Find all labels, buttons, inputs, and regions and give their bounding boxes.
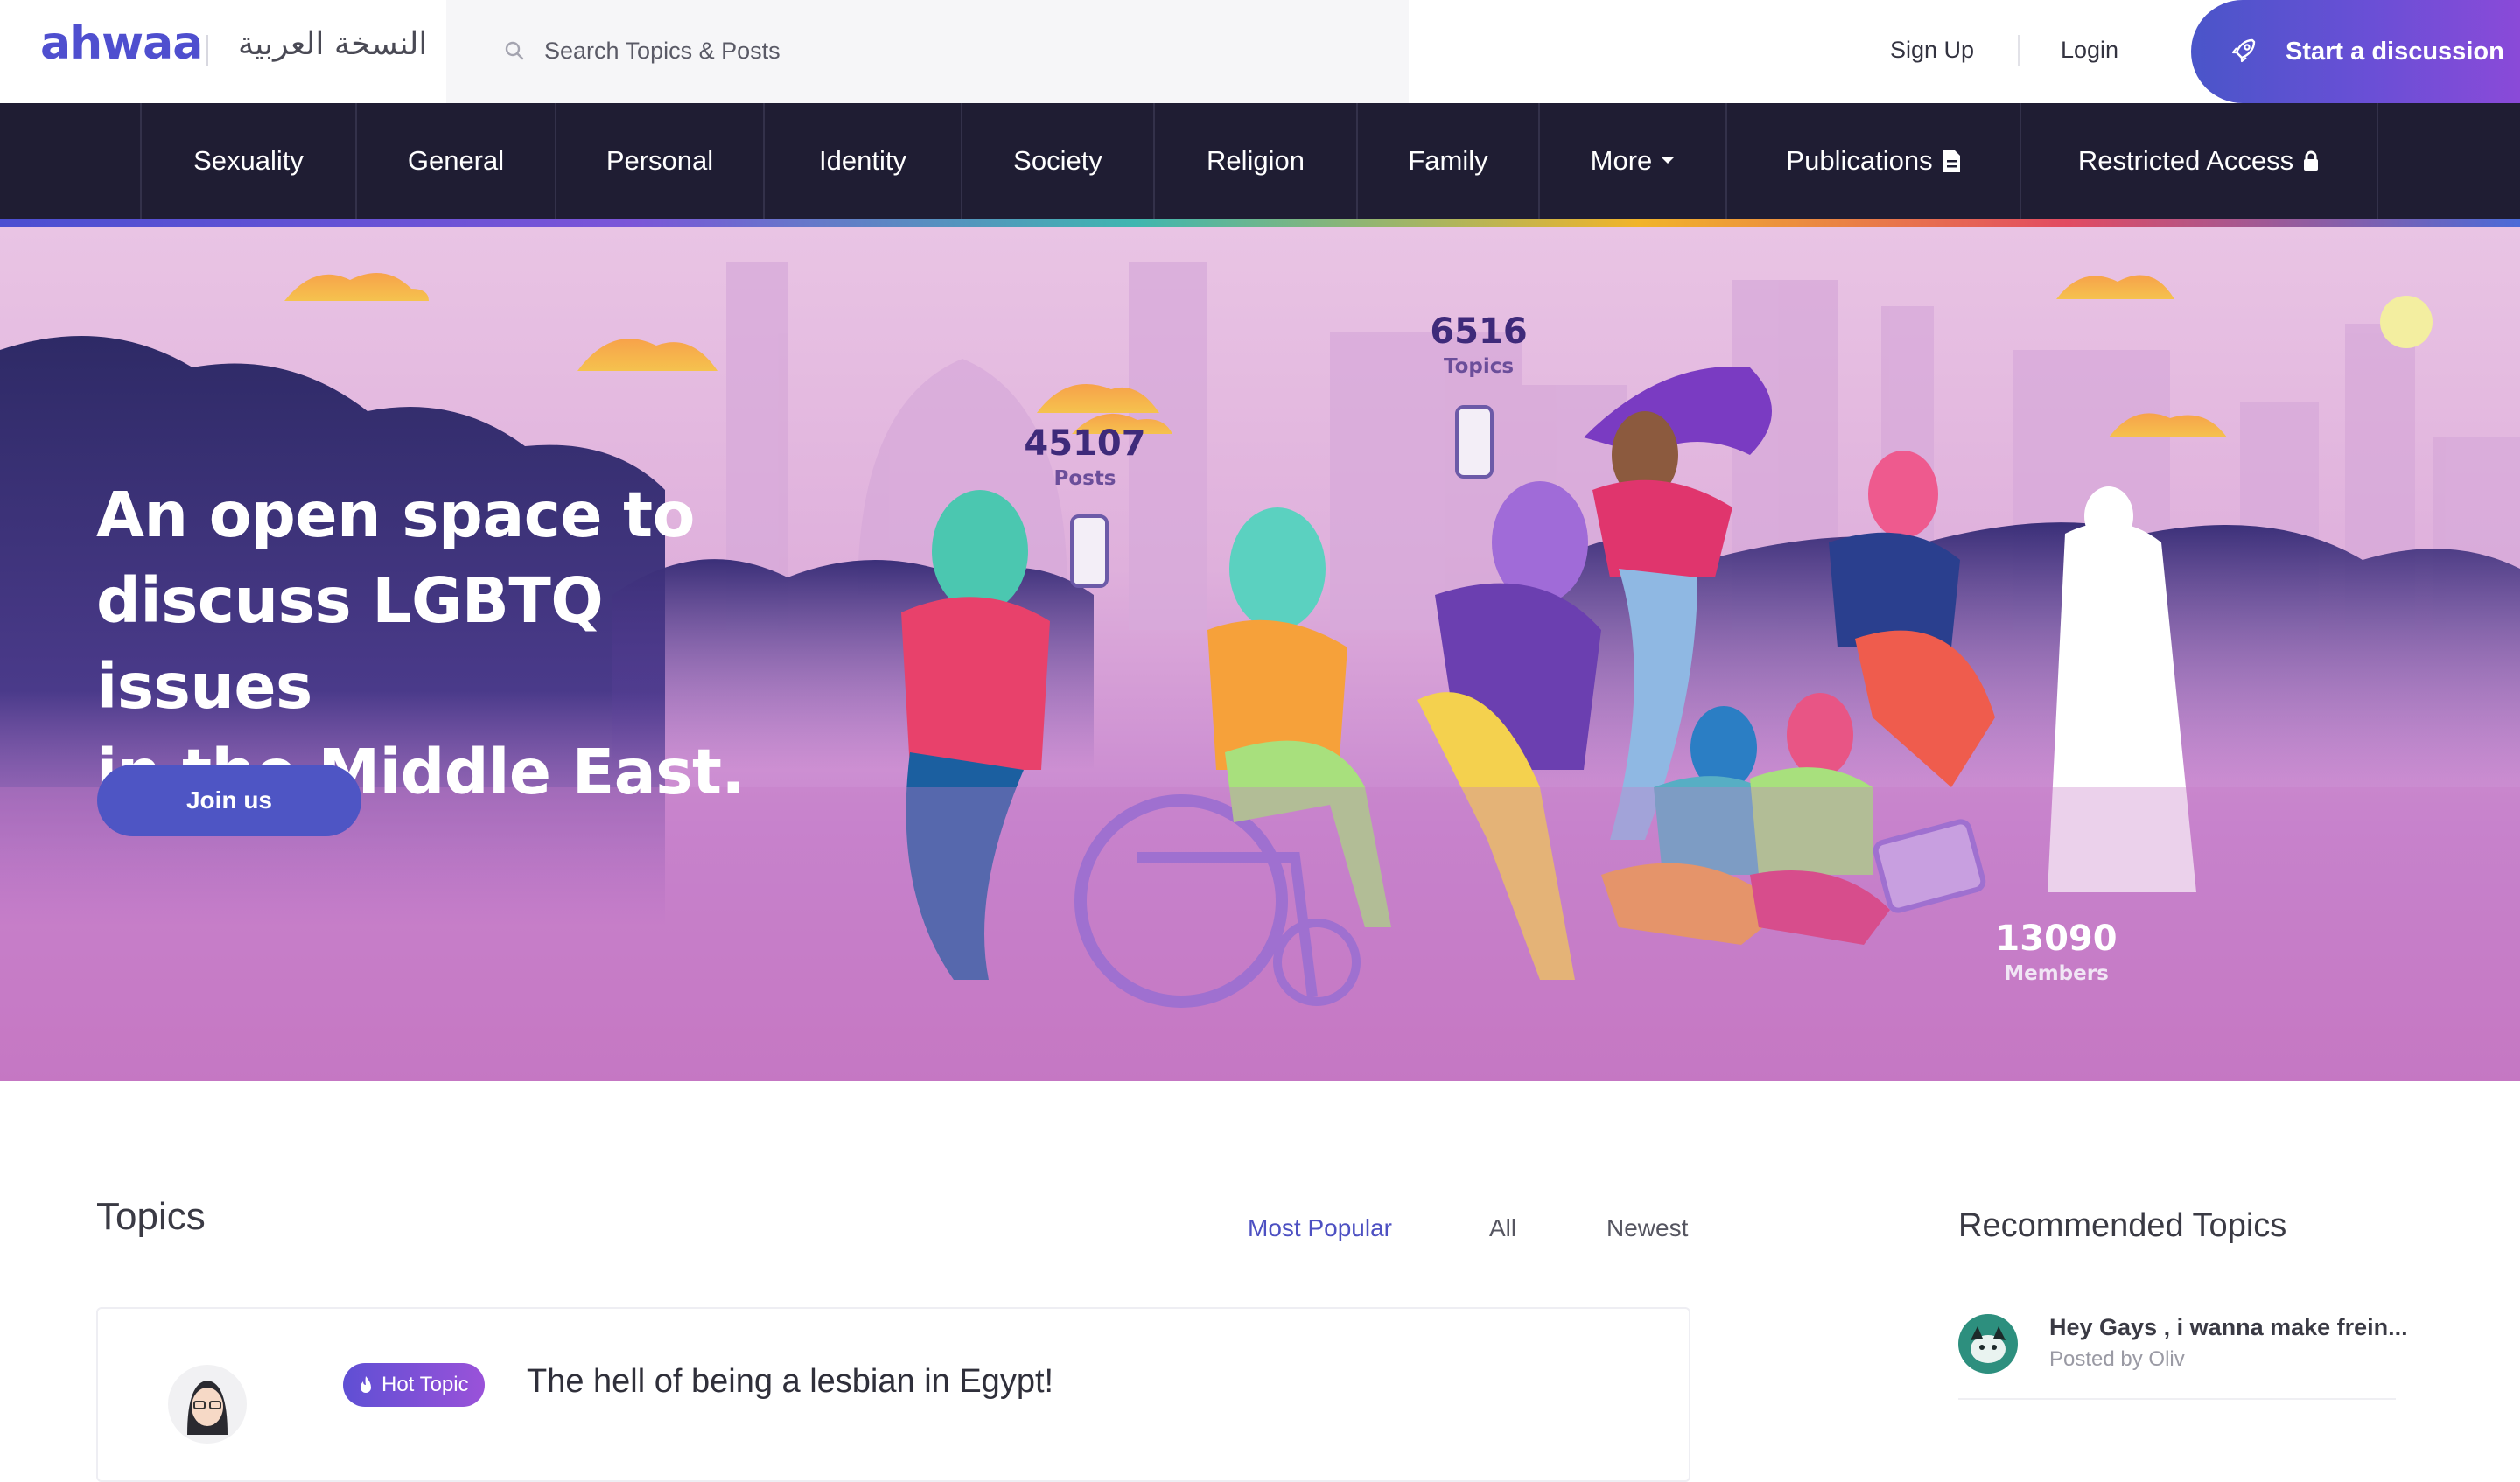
- stat-posts: 45107 Posts: [1024, 423, 1146, 490]
- sun: [2380, 296, 2432, 348]
- stat-members-value: 13090: [1995, 919, 2118, 959]
- recommended-topic-meta: Posted by Oliv: [2049, 1347, 2185, 1371]
- nav-item-family[interactable]: Family: [1356, 103, 1538, 219]
- recommended-topic-link[interactable]: Hey Gays , i wanna make frein...: [2049, 1314, 2408, 1341]
- caret-down-icon: [1662, 157, 1675, 164]
- stat-topics: 6516 Topics: [1418, 311, 1540, 378]
- start-discussion-label: Start a discussion: [2286, 38, 2504, 66]
- rocket-icon: [2231, 38, 2256, 63]
- hot-topic-label: Hot Topic: [382, 1373, 469, 1396]
- stat-posts-label: Posts: [1054, 467, 1116, 490]
- avatar: [168, 1365, 247, 1444]
- sign-up-link[interactable]: Sign Up: [1890, 37, 1974, 64]
- document-icon: [1942, 150, 1960, 172]
- topics-heading: Topics: [96, 1195, 206, 1238]
- nav-item-identity[interactable]: Identity: [763, 103, 961, 219]
- tab-all[interactable]: All: [1489, 1214, 1516, 1242]
- hero-banner: An open space to discuss LGBTQ issues in…: [0, 227, 2520, 1081]
- nav-item-sexuality[interactable]: Sexuality: [140, 103, 355, 219]
- join-us-button[interactable]: Join us: [97, 765, 361, 836]
- login-link[interactable]: Login: [2061, 37, 2118, 64]
- nav-item-general[interactable]: General: [355, 103, 555, 219]
- divider: [1958, 1398, 2396, 1400]
- stat-posts-value: 45107: [1024, 423, 1146, 464]
- user-avatar-icon: [187, 1381, 228, 1435]
- recommended-heading: Recommended Topics: [1958, 1207, 2287, 1244]
- tab-most-popular[interactable]: Most Popular: [1248, 1214, 1392, 1242]
- tab-newest[interactable]: Newest: [1606, 1214, 1688, 1242]
- logo-divider: [206, 35, 208, 66]
- search-icon: [505, 41, 524, 60]
- rainbow-stripe: [0, 219, 2520, 227]
- flame-icon: [360, 1376, 371, 1393]
- nav-item-label: Identity: [819, 145, 906, 176]
- nav-item-publications[interactable]: Publications: [1726, 103, 2020, 219]
- nav-item-religion[interactable]: Religion: [1153, 103, 1356, 219]
- header-divider: [2018, 35, 2020, 66]
- hero-title-line: An open space to: [96, 479, 695, 551]
- site-header: ahwaa النسخة العربية Sign Up Login Start…: [0, 0, 2520, 103]
- stat-topics-label: Topics: [1443, 355, 1515, 378]
- nav-item-restricted-access[interactable]: Restricted Access: [2020, 103, 2378, 219]
- nav-item-more[interactable]: More: [1538, 103, 1726, 219]
- user-avatar-icon: [1970, 1326, 2006, 1363]
- stat-topics-value: 6516: [1430, 311, 1528, 352]
- start-discussion-button[interactable]: Start a discussion: [2191, 0, 2520, 103]
- clouds: [284, 273, 2227, 439]
- nav-item-label: Sexuality: [193, 145, 304, 176]
- arabic-version-link[interactable]: النسخة العربية: [238, 26, 427, 62]
- nav-item-society[interactable]: Society: [961, 103, 1153, 219]
- nav-item-label: Restricted Access: [2077, 145, 2294, 176]
- avatar: [1958, 1314, 2018, 1374]
- nav-item-label: Society: [1013, 145, 1102, 176]
- nav-item-label: Publications: [1786, 145, 1933, 176]
- stat-members-label: Members: [2004, 962, 2109, 985]
- hot-topic-badge: Hot Topic: [343, 1363, 485, 1407]
- stat-members: 13090 Members: [1986, 919, 2126, 985]
- nav-item-label: Religion: [1206, 145, 1305, 176]
- topic-title-link[interactable]: The hell of being a lesbian in Egypt!: [527, 1363, 1054, 1401]
- nav-item-label: General: [407, 145, 505, 176]
- nav-item-label: More: [1590, 145, 1653, 176]
- nav-item-personal[interactable]: Personal: [555, 103, 763, 219]
- search-input[interactable]: [544, 33, 1157, 68]
- ahwaa-logo[interactable]: ahwaa: [40, 17, 203, 70]
- category-nav: Sexuality General Personal Identity Soci…: [0, 103, 2520, 219]
- lock-icon: [2304, 150, 2319, 171]
- hero-title-line: discuss LGBTQ issues: [96, 564, 604, 723]
- nav-item-label: Family: [1408, 145, 1488, 176]
- nav-item-label: Personal: [606, 145, 714, 176]
